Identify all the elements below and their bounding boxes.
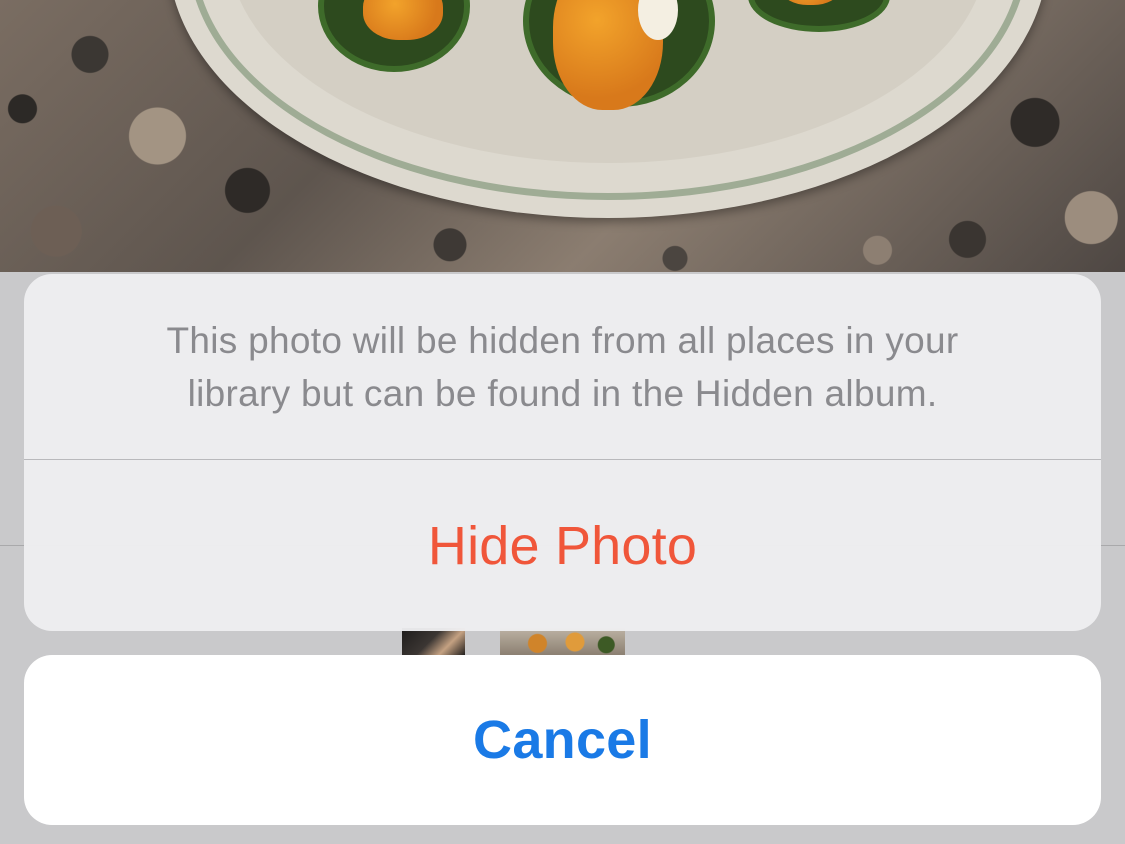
photos-screen: This photo will be hidden from all place… xyxy=(0,0,1125,844)
cancel-button[interactable]: Cancel xyxy=(24,655,1101,825)
photo-thumbnail[interactable] xyxy=(500,628,625,656)
action-sheet-message-text: This photo will be hidden from all place… xyxy=(166,319,959,414)
photo-viewer-image xyxy=(0,0,1125,272)
hide-photo-label: Hide Photo xyxy=(427,515,698,576)
photo-thumbnail[interactable] xyxy=(402,628,465,656)
hide-photo-button[interactable]: Hide Photo xyxy=(24,460,1101,631)
cancel-label: Cancel xyxy=(473,710,652,770)
action-sheet-message: This photo will be hidden from all place… xyxy=(24,274,1101,459)
action-sheet: This photo will be hidden from all place… xyxy=(24,274,1101,631)
plate-image xyxy=(168,0,1048,218)
